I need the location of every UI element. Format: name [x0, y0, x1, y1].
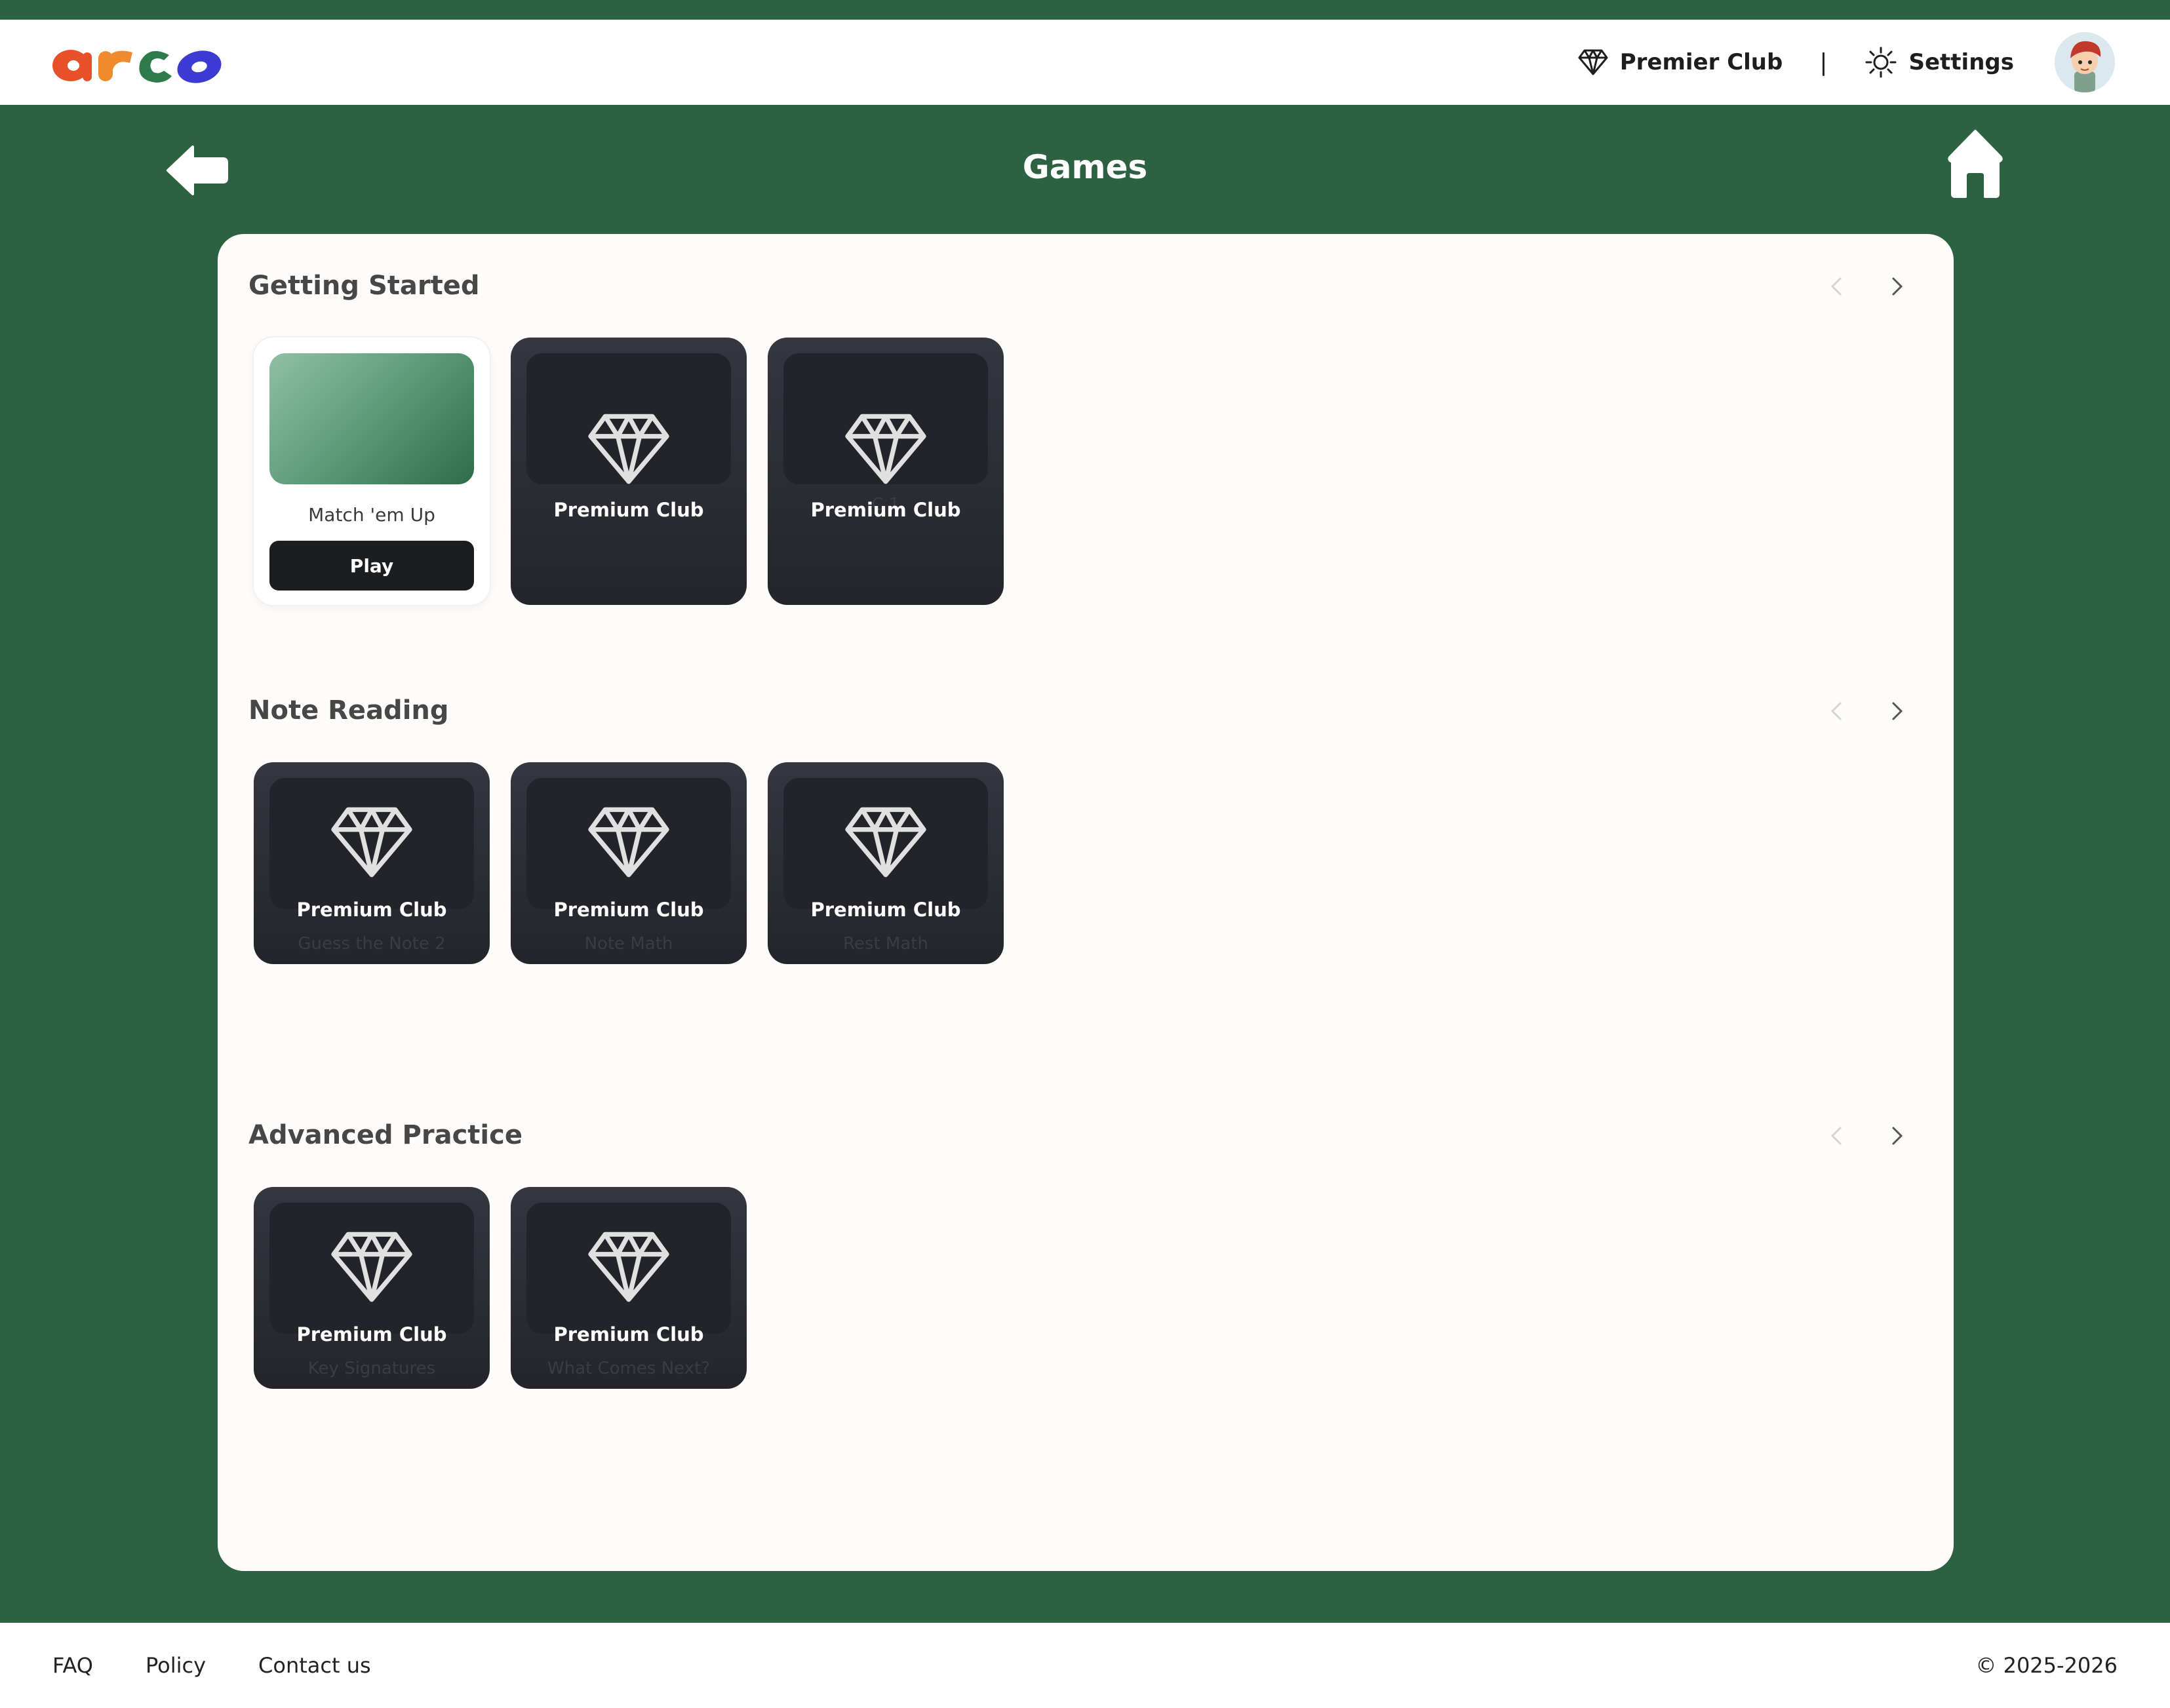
premium-club-label: Premium Club: [553, 1323, 704, 1346]
footer-link-policy[interactable]: Policy: [146, 1653, 206, 1678]
diamond-icon: [588, 1232, 669, 1302]
footer: FAQ Policy Contact us © 2025-2026: [0, 1623, 2170, 1708]
header-separator: |: [1819, 49, 1828, 76]
locked-game-card[interactable]: Premium Club Key Signatures: [254, 1187, 490, 1389]
premium-club-label: Premium Club: [553, 499, 704, 521]
diamond-icon: [845, 807, 926, 878]
premium-club-label: Premium Club: [810, 899, 961, 921]
chevron-left-icon[interactable]: [1827, 699, 1847, 723]
home-icon[interactable]: [1947, 128, 2003, 199]
copyright-text: © 2025-2026: [1975, 1653, 2118, 1678]
top-bar: Premier Club | Settings: [0, 20, 2170, 105]
locked-game-card[interactable]: Premium Club Rest Math: [768, 762, 1004, 964]
premium-club-label: Premium Club: [296, 899, 447, 921]
locked-game-card[interactable]: C 1 Premium Club: [768, 338, 1004, 605]
footer-link-faq[interactable]: FAQ: [52, 1653, 93, 1678]
diamond-icon: [331, 807, 412, 878]
chevron-right-icon[interactable]: [1887, 275, 1906, 298]
card-row: Premium Club Guess the Note 2 Premium Cl…: [254, 762, 1004, 964]
logo-icon: [52, 50, 222, 83]
section-title: Getting Started: [248, 271, 480, 301]
game-thumbnail[interactable]: [269, 353, 474, 484]
hidden-game-name: Rest Math: [843, 934, 928, 954]
page-title: Games: [1022, 148, 1148, 186]
game-card-match-em-up: Match 'em Up Play: [254, 338, 490, 605]
premium-club-label: Premium Club: [810, 499, 961, 521]
game-name: Match 'em Up: [308, 504, 435, 526]
card-row: Premium Club Key Signatures Premium Club…: [254, 1187, 747, 1389]
premium-club-label: Premium Club: [553, 899, 704, 921]
diamond-icon: [588, 414, 669, 484]
settings-link[interactable]: Settings: [1864, 46, 2015, 79]
hidden-game-name: Note Math: [584, 934, 673, 954]
settings-label: Settings: [1908, 49, 2015, 75]
locked-game-card[interactable]: Premium Club What Comes Next?: [511, 1187, 747, 1389]
premium-club-label: Premium Club: [296, 1323, 447, 1346]
hidden-game-name: Guess the Note 2: [298, 934, 446, 954]
games-panel: Getting Started Match 'em Up Play Premiu…: [218, 234, 1954, 1571]
settings-icon: [1865, 47, 1896, 78]
locked-game-card[interactable]: Premium Club Note Math: [511, 762, 747, 964]
diamond-icon: [845, 414, 926, 484]
arco-logo[interactable]: [51, 39, 223, 85]
locked-game-card[interactable]: Premium Club Guess the Note 2: [254, 762, 490, 964]
hidden-game-name: Key Signatures: [307, 1359, 436, 1378]
premier-club-label: Premier Club: [1619, 49, 1783, 75]
chevron-left-icon[interactable]: [1827, 275, 1847, 298]
section-title: Advanced Practice: [248, 1120, 523, 1150]
play-button[interactable]: Play: [269, 541, 474, 591]
diamond-icon: [331, 1232, 412, 1302]
card-row: Match 'em Up Play Premium Club C 1 Premi…: [254, 338, 1004, 605]
premier-club-link[interactable]: Premier Club: [1578, 49, 1783, 76]
chevron-left-icon[interactable]: [1827, 1124, 1847, 1148]
diamond-icon: [1578, 49, 1608, 75]
footer-links: FAQ Policy Contact us: [52, 1653, 371, 1678]
avatar-character-icon: [2055, 32, 2115, 92]
section-title: Note Reading: [248, 695, 449, 726]
chevron-right-icon[interactable]: [1887, 699, 1906, 723]
user-avatar[interactable]: [2055, 32, 2115, 92]
footer-link-contact[interactable]: Contact us: [258, 1653, 371, 1678]
locked-game-card[interactable]: Premium Club: [511, 338, 747, 605]
hidden-game-name: What Comes Next?: [547, 1359, 711, 1378]
diamond-icon: [588, 807, 669, 878]
chevron-right-icon[interactable]: [1887, 1124, 1906, 1148]
